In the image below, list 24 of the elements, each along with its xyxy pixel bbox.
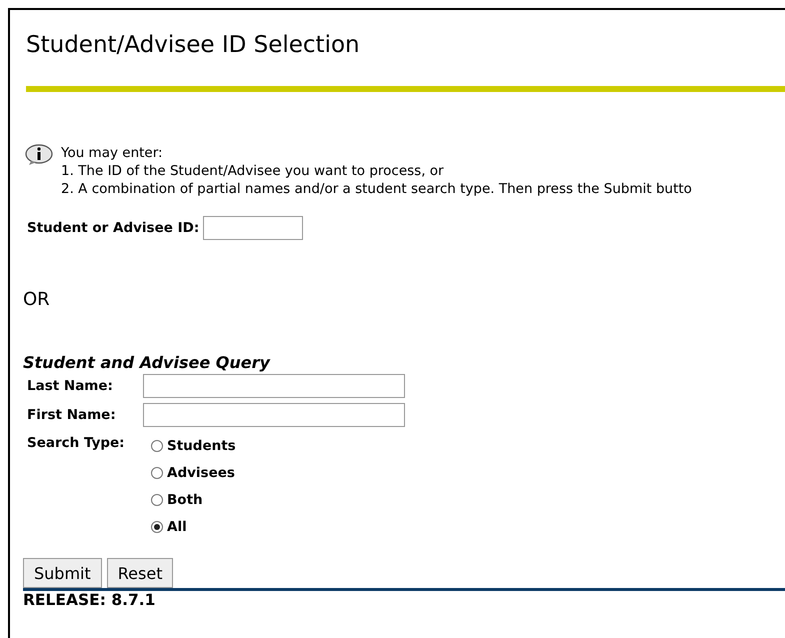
- radio-button[interactable]: [151, 440, 163, 452]
- name-input-field[interactable]: [143, 374, 405, 398]
- id-label: Student or Advisee ID:: [27, 220, 200, 236]
- field-label: First Name:: [27, 407, 117, 423]
- radio-button[interactable]: [151, 520, 163, 532]
- name-input-field[interactable]: [143, 403, 405, 427]
- radio-label: Advisees: [167, 464, 235, 480]
- form-button[interactable]: Submit: [23, 558, 102, 588]
- radio-button[interactable]: [151, 494, 163, 506]
- radio-label: All: [167, 518, 187, 534]
- or-separator: OR: [23, 289, 51, 310]
- id-input-field[interactable]: [203, 216, 304, 240]
- info-line: 1. The ID of the Student/Advisee you want to process, or: [61, 162, 445, 180]
- search-type-label: Search Type:: [27, 435, 126, 451]
- page-title: Student/Advisee ID Selection: [26, 32, 361, 60]
- form-button[interactable]: Reset: [106, 558, 174, 588]
- info-line: 2. A combination of partial names and/or a student search type. Then press the Submit butto: [61, 180, 692, 198]
- field-label: Last Name:: [27, 378, 114, 394]
- radio-button[interactable]: [151, 466, 163, 478]
- release-text: RELEASE: 8.7.1: [23, 591, 156, 609]
- info-intro: You may enter:: [61, 144, 164, 162]
- radio-label: Students: [167, 438, 236, 454]
- radio-label: Both: [167, 492, 203, 508]
- query-heading: Student and Advisee Query: [23, 353, 272, 372]
